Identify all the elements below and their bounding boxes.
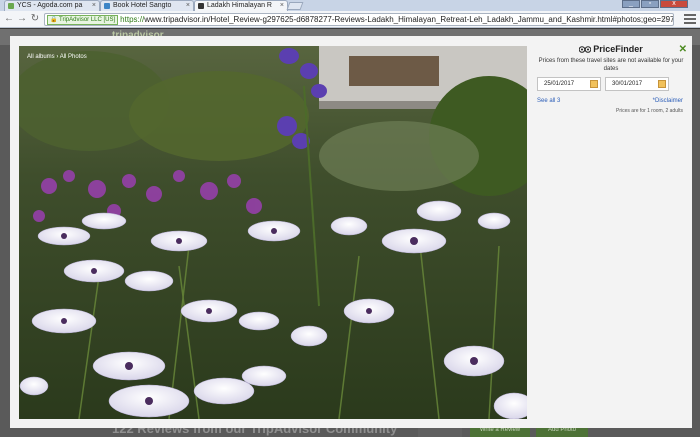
breadcrumb: All albums › All Photos [27,54,87,60]
close-tab-icon[interactable]: × [186,1,190,11]
pricefinder-links: See all 3 *Disclaimer [535,98,687,108]
availability-message: Prices from these travel sites are not a… [538,58,684,72]
favicon-icon [104,3,110,9]
date-selector: 25/01/2017 30/01/2017 [535,77,687,95]
owl-icon [579,46,592,53]
tab-label: Ladakh Himalayan R [207,2,272,9]
calendar-icon[interactable] [658,80,666,88]
tab-ladakh[interactable]: Ladakh Himalayan R × [194,0,288,11]
reload-icon[interactable]: ↻ [29,13,41,25]
checkout-date-field[interactable]: 30/01/2017 [605,77,669,91]
maximize-icon[interactable]: ▫ [641,0,659,8]
tab-agoda[interactable]: YCS - Agoda.com pa × [4,0,100,11]
breadcrumb-all-photos[interactable]: All Photos [60,54,87,60]
browser-menu-icon[interactable] [684,14,696,25]
bookmark-star-icon[interactable]: ☆ [661,14,669,25]
disclaimer-link[interactable]: *Disclaimer [653,98,683,104]
browser-tab-bar: YCS - Agoda.com pa × Book Hotel Sangto ×… [0,0,700,11]
close-window-icon[interactable]: x [660,0,688,8]
see-all-link[interactable]: See all 3 [537,98,560,104]
close-tab-icon[interactable]: × [280,1,284,11]
flower-garden-image [19,46,527,419]
new-tab-button[interactable] [286,2,304,10]
checkin-date-field[interactable]: 25/01/2017 [537,77,601,91]
forward-arrow-icon[interactable]: → [16,13,28,25]
close-lightbox-icon[interactable]: ✕ [679,44,687,55]
tab-label: Book Hotel Sangto [113,2,172,9]
hotel-photo[interactable]: All albums › All Photos [19,46,527,419]
tab-label: YCS - Agoda.com pa [17,2,83,9]
breadcrumb-all-albums[interactable]: All albums [27,54,55,60]
address-bar[interactable]: 🔒 TripAdvisor LLC [US] https://www.tripad… [44,13,674,26]
url-scheme: https:// [120,15,145,24]
ssl-badge: 🔒 TripAdvisor LLC [US] [47,15,119,25]
close-tab-icon[interactable]: × [92,1,96,11]
room-note: Prices are for 1 room, 2 adults [616,108,683,114]
pricefinder-logo: PriceFinder [535,44,687,56]
favicon-icon [8,3,14,9]
favicon-icon [198,3,204,9]
browser-toolbar: ← → ↻ 🔒 TripAdvisor LLC [US] https://www.… [0,11,700,28]
url-text: www.tripadvisor.in/Hotel_Review-g297625-… [144,15,674,24]
calendar-icon[interactable] [590,80,598,88]
tab-book-hotel[interactable]: Book Hotel Sangto × [100,0,194,11]
back-arrow-icon[interactable]: ← [3,13,15,25]
breadcrumb-separator: › [56,54,59,60]
pricefinder-panel: PriceFinder ✕ Prices from these travel s… [535,44,687,114]
photo-lightbox: All albums › All Photos PriceFinder ✕ Pr… [10,36,692,428]
minimize-icon[interactable]: _ [622,0,640,8]
